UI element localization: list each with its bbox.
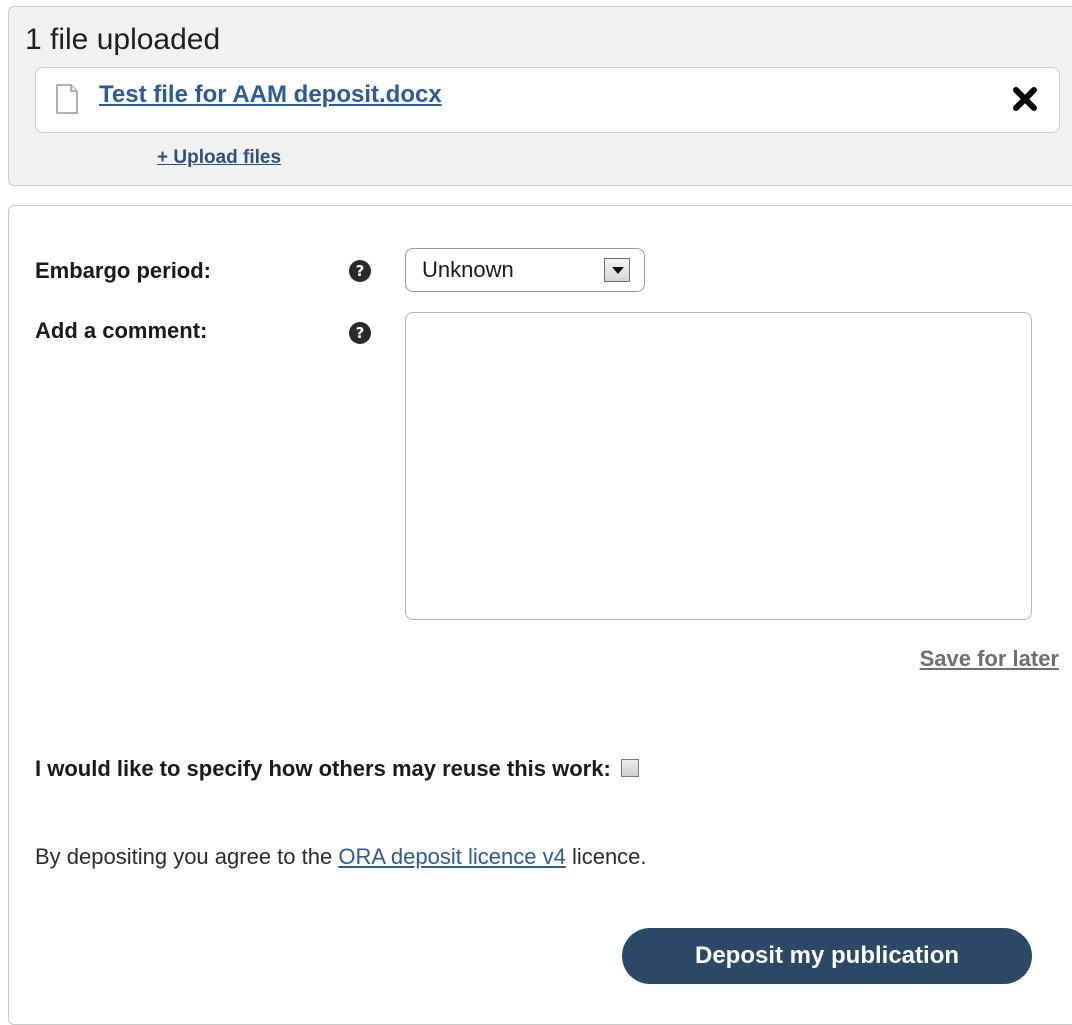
reuse-checkbox[interactable] — [621, 759, 640, 777]
licence-link[interactable]: ORA deposit licence v4 — [338, 844, 565, 869]
embargo-selected-value: Unknown — [422, 257, 514, 282]
question-circle-icon[interactable]: ? — [349, 260, 371, 282]
question-circle-icon[interactable]: ? — [349, 322, 371, 344]
deposit-button[interactable]: Deposit my publication — [622, 928, 1032, 984]
document-icon — [56, 84, 78, 114]
deposit-form-panel: Embargo period: ? Unknown Add a comment:… — [8, 205, 1072, 1025]
embargo-period-label: Embargo period: — [35, 258, 212, 283]
reuse-option-row: I would like to specify how others may r… — [35, 756, 640, 782]
licence-prefix: By depositing you agree to the — [35, 844, 333, 869]
embargo-period-select[interactable]: Unknown — [405, 248, 645, 292]
upload-files-link[interactable]: + Upload files — [157, 147, 281, 169]
chevron-down-icon[interactable] — [604, 258, 630, 282]
save-for-later-link[interactable]: Save for later — [920, 646, 1059, 672]
close-icon[interactable] — [1011, 85, 1039, 113]
licence-agreement-text: By depositing you agree to the ORA depos… — [35, 844, 647, 870]
uploaded-file-row: Test file for AAM deposit.docx — [35, 67, 1060, 133]
uploaded-files-panel: 1 file uploaded Test file for AAM deposi… — [8, 6, 1072, 186]
reuse-option-label: I would like to specify how others may r… — [35, 756, 611, 781]
comment-textarea[interactable] — [405, 312, 1032, 620]
add-comment-label: Add a comment: — [35, 318, 208, 343]
licence-suffix: licence. — [571, 844, 647, 869]
uploaded-file-link[interactable]: Test file for AAM deposit.docx — [99, 81, 442, 109]
uploaded-files-title: 1 file uploaded — [25, 23, 221, 56]
